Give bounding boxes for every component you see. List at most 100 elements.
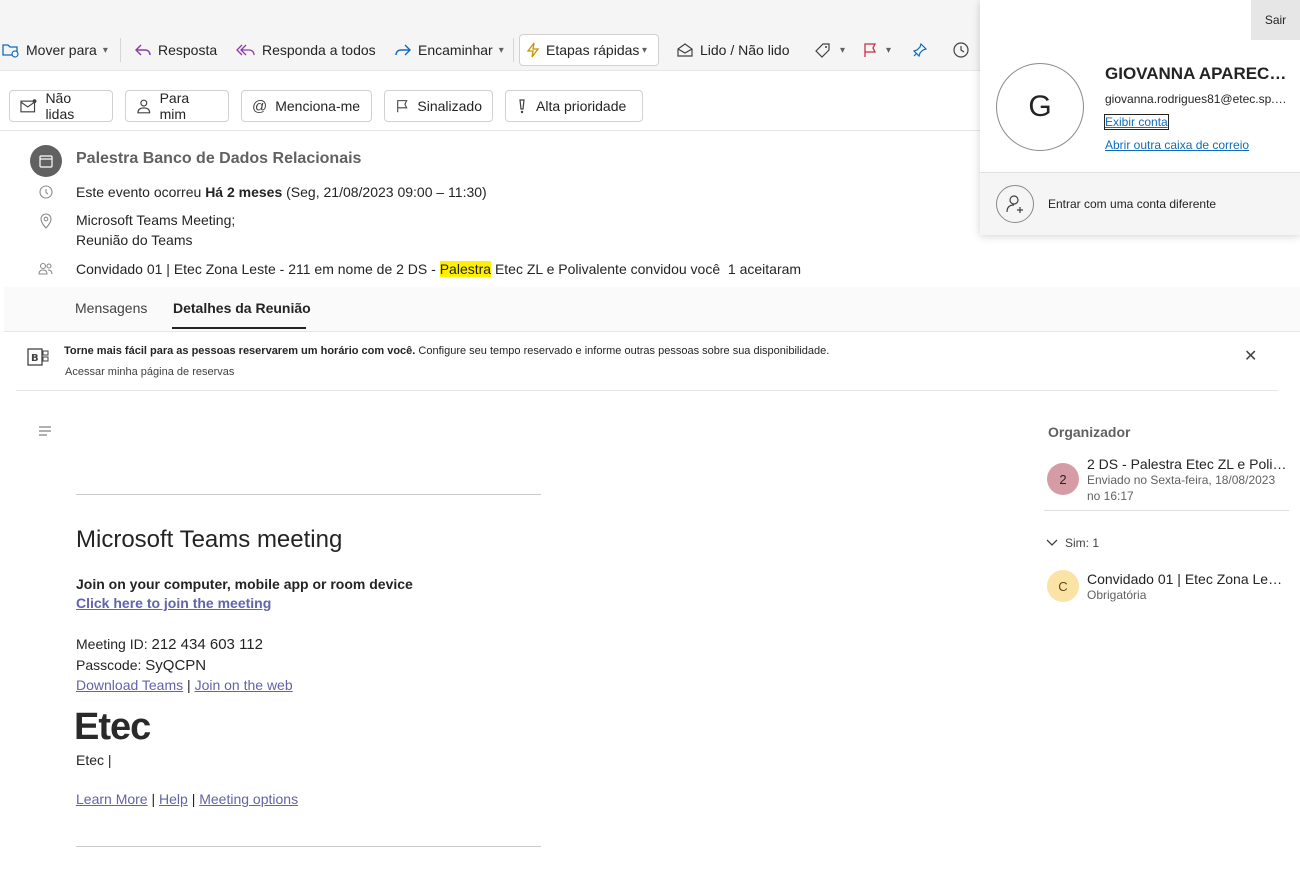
meeting-id: Meeting ID: 212 434 603 112 bbox=[76, 636, 263, 653]
filter-label: Sinalizado bbox=[417, 98, 482, 114]
invite-text: Convidado 01 | Etec Zona Leste - 211 em … bbox=[76, 261, 440, 277]
pin-button[interactable] bbox=[912, 30, 934, 70]
filter-label: Não lidas bbox=[45, 90, 75, 122]
quick-steps-button[interactable]: Etapas rápidas bbox=[526, 30, 639, 70]
account-name: GIOVANNA APARECIDA RODRIGUES bbox=[1105, 64, 1290, 83]
meeting-options-link[interactable]: Meeting options bbox=[199, 791, 298, 807]
mail-unread-icon bbox=[20, 99, 37, 113]
link-separator: | bbox=[187, 791, 200, 807]
accepted-group-toggle[interactable]: Sim: 1 bbox=[1045, 536, 1099, 550]
quick-steps-dropdown[interactable]: ▾ bbox=[642, 30, 647, 70]
reply-all-button[interactable]: Responda a todos bbox=[236, 30, 376, 70]
add-person-icon[interactable] bbox=[996, 185, 1034, 223]
location-icon bbox=[40, 213, 52, 229]
chevron-down-icon: ▾ bbox=[642, 44, 648, 56]
download-teams-link[interactable]: Download Teams bbox=[76, 677, 183, 693]
booking-page-link[interactable]: Acessar minha página de reservas bbox=[65, 366, 234, 378]
organizer-sent-time: no 16:17 bbox=[1087, 489, 1134, 503]
forward-button[interactable]: Encaminhar ▾ bbox=[394, 30, 504, 70]
event-location-2: Reunião do Teams bbox=[76, 232, 193, 248]
filter-high-priority[interactable]: Alta prioridade bbox=[505, 90, 643, 122]
filter-mentions[interactable]: @ Menciona-me bbox=[241, 90, 372, 122]
reply-all-label: Responda a todos bbox=[262, 42, 376, 58]
footer-links: Learn More | Help | Meeting options bbox=[76, 791, 298, 807]
event-time-prefix: Este evento ocorreu bbox=[76, 184, 206, 200]
tab-selected-indicator bbox=[172, 327, 306, 329]
calendar-icon bbox=[30, 145, 62, 177]
close-icon[interactable]: ✕ bbox=[1244, 346, 1257, 366]
flag-icon bbox=[864, 43, 877, 57]
tab-messages[interactable]: Mensagens bbox=[75, 300, 147, 316]
open-other-mailbox-link[interactable]: Abrir outra caixa de correio bbox=[1105, 138, 1255, 152]
exclamation-icon bbox=[519, 99, 525, 114]
reply-all-icon bbox=[236, 44, 255, 56]
join-meeting-link[interactable]: Click here to join the meeting bbox=[76, 595, 271, 611]
quick-steps-label: Etapas rápidas bbox=[546, 42, 640, 58]
move-to-button[interactable]: Mover para ▾ bbox=[2, 30, 108, 70]
passcode: Passcode: SyQCPN bbox=[76, 657, 206, 674]
bookings-icon: B bbox=[27, 348, 49, 366]
filter-label: Para mim bbox=[159, 90, 190, 122]
booking-banner-bold: Torne mais fácil para as pessoas reserva… bbox=[64, 345, 416, 357]
booking-banner-desc: Configure seu tempo reservado e informe … bbox=[415, 345, 830, 357]
read-unread-button[interactable]: Lido / Não lido bbox=[676, 30, 790, 70]
view-account-link[interactable]: Exibir conta bbox=[1104, 114, 1169, 130]
tag-icon bbox=[815, 43, 830, 58]
organizer-heading: Organizador bbox=[1048, 424, 1131, 440]
flag-button[interactable]: ▾ bbox=[862, 30, 891, 70]
account-email: giovanna.rodrigues81@etec.sp.gov.br bbox=[1105, 92, 1287, 106]
filter-label: Alta prioridade bbox=[536, 98, 627, 114]
filter-to-me[interactable]: Para mim bbox=[125, 90, 229, 122]
event-time-relative: Há 2 meses bbox=[205, 184, 283, 200]
attendee-name[interactable]: Convidado 01 | Etec Zona Leste - 211 bbox=[1087, 571, 1287, 587]
filter-flagged[interactable]: Sinalizado bbox=[384, 90, 493, 122]
avatar: C bbox=[1047, 570, 1079, 602]
tab-meeting-details[interactable]: Detalhes da Reunião bbox=[173, 300, 311, 316]
chevron-down-icon: ▾ bbox=[498, 44, 504, 56]
link-separator: | bbox=[183, 677, 195, 693]
attendee-role: Obrigatória bbox=[1087, 588, 1147, 602]
clock-icon bbox=[39, 185, 53, 199]
join-web-link[interactable]: Join on the web bbox=[195, 677, 293, 693]
meeting-id-label: Meeting ID: bbox=[76, 636, 152, 652]
help-link[interactable]: Help bbox=[159, 791, 188, 807]
pin-icon bbox=[912, 42, 928, 58]
flag-icon bbox=[397, 100, 408, 113]
join-heading: Join on your computer, mobile app or roo… bbox=[76, 576, 413, 592]
search-highlight: Palestra bbox=[439, 261, 492, 277]
avatar: 2 bbox=[1047, 463, 1079, 495]
passcode-value: SyQCPN bbox=[145, 657, 207, 674]
notes-icon[interactable] bbox=[38, 424, 52, 443]
meeting-id-value: 212 434 603 112 bbox=[151, 636, 263, 653]
toolbar-divider bbox=[120, 38, 121, 62]
etec-line: Etec | bbox=[76, 752, 112, 768]
move-to-label: Mover para bbox=[26, 42, 97, 58]
read-unread-label: Lido / Não lido bbox=[700, 42, 790, 58]
account-avatar: G bbox=[996, 63, 1084, 151]
download-links: Download Teams | Join on the web bbox=[76, 677, 293, 693]
person-icon bbox=[137, 99, 151, 114]
categorize-button[interactable]: ▾ bbox=[814, 30, 845, 70]
sign-out-button[interactable]: Sair bbox=[1251, 0, 1300, 40]
forward-label: Encaminhar bbox=[418, 42, 493, 58]
event-time-date: (Seg, 21/08/2023 09:00 – 11:30) bbox=[282, 184, 487, 200]
reply-button[interactable]: Resposta bbox=[134, 30, 217, 70]
toolbar-divider bbox=[513, 38, 514, 62]
event-time: Este evento ocorreu Há 2 meses (Seg, 21/… bbox=[76, 184, 487, 200]
accepted-group-label: Sim: 1 bbox=[1065, 536, 1100, 550]
envelope-open-icon bbox=[677, 43, 693, 57]
clock-icon bbox=[953, 42, 969, 58]
booking-banner-text: Torne mais fácil para as pessoas reserva… bbox=[64, 345, 829, 357]
sign-in-other-account[interactable]: Entrar com uma conta diferente bbox=[1048, 197, 1216, 211]
chevron-down-icon: ▾ bbox=[102, 44, 108, 56]
lightning-icon bbox=[526, 42, 540, 58]
people-icon bbox=[38, 262, 53, 275]
folder-move-icon bbox=[2, 44, 19, 58]
chevron-down-icon: ▾ bbox=[840, 44, 846, 56]
event-title: Palestra Banco de Dados Relacionais bbox=[76, 150, 362, 167]
snooze-button[interactable] bbox=[952, 30, 976, 70]
chevron-down-icon: ▾ bbox=[886, 44, 892, 56]
organizer-name[interactable]: 2 DS - Palestra Etec ZL e Polivalente bbox=[1087, 456, 1287, 472]
filter-unread[interactable]: Não lidas bbox=[9, 90, 113, 122]
learn-more-link[interactable]: Learn More bbox=[76, 791, 148, 807]
